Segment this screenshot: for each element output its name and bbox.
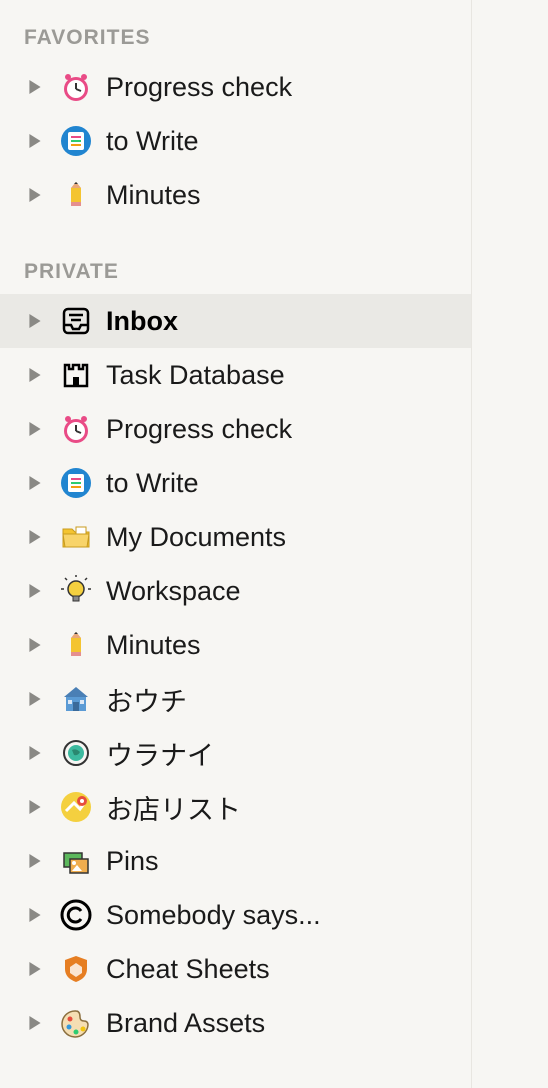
- sidebar-item-label: おウチ: [106, 680, 187, 719]
- chevron-right-icon[interactable]: [24, 634, 46, 656]
- globe-icon: [58, 735, 94, 771]
- copyright-icon: [58, 897, 94, 933]
- sidebar-item-label: ウラナイ: [106, 734, 214, 773]
- chevron-right-icon[interactable]: [24, 76, 46, 98]
- sidebar-item-label: Minutes: [106, 180, 201, 211]
- chevron-right-icon[interactable]: [24, 364, 46, 386]
- chevron-right-icon[interactable]: [24, 958, 46, 980]
- shield-icon: [58, 951, 94, 987]
- sidebar-item-label: My Documents: [106, 522, 286, 553]
- chevron-right-icon[interactable]: [24, 418, 46, 440]
- sidebar-item-progress-check-2[interactable]: Progress check: [0, 402, 471, 456]
- sidebar-item-progress-check[interactable]: Progress check: [0, 60, 471, 114]
- section-header-favorites[interactable]: FAVORITES: [0, 14, 471, 60]
- sidebar-item-label: Progress check: [106, 414, 292, 445]
- bulb-icon: [58, 573, 94, 609]
- chevron-right-icon[interactable]: [24, 472, 46, 494]
- sidebar-item-label: Workspace: [106, 576, 241, 607]
- map-icon: [58, 789, 94, 825]
- sidebar-item-label: Task Database: [106, 360, 285, 391]
- sidebar-item-label: Brand Assets: [106, 1008, 265, 1039]
- sidebar-item-cheat-sheets[interactable]: Cheat Sheets: [0, 942, 471, 996]
- inbox-icon: [58, 303, 94, 339]
- palette-icon: [58, 1005, 94, 1041]
- sidebar-item-minutes[interactable]: Minutes: [0, 168, 471, 222]
- sidebar-item-label: お店リスト: [106, 788, 241, 827]
- folder-icon: [58, 519, 94, 555]
- sidebar-item-somebody-says[interactable]: Somebody says...: [0, 888, 471, 942]
- sidebar-item-label: to Write: [106, 126, 199, 157]
- chevron-right-icon[interactable]: [24, 796, 46, 818]
- clock-icon: [58, 69, 94, 105]
- sidebar-item-ouchi[interactable]: おウチ: [0, 672, 471, 726]
- sidebar-item-to-write-2[interactable]: to Write: [0, 456, 471, 510]
- section-header-private[interactable]: PRIVATE: [0, 248, 471, 294]
- sidebar-item-brand-assets[interactable]: Brand Assets: [0, 996, 471, 1050]
- sidebar: FAVORITES Progress check to Write Minute…: [0, 0, 472, 1088]
- sidebar-item-label: Inbox: [106, 306, 178, 337]
- sidebar-item-workspace[interactable]: Workspace: [0, 564, 471, 618]
- chevron-right-icon[interactable]: [24, 526, 46, 548]
- sidebar-item-uranai[interactable]: ウラナイ: [0, 726, 471, 780]
- chevron-right-icon[interactable]: [24, 580, 46, 602]
- chevron-right-icon[interactable]: [24, 1012, 46, 1034]
- sidebar-item-label: Progress check: [106, 72, 292, 103]
- chevron-right-icon[interactable]: [24, 904, 46, 926]
- sidebar-item-minutes-2[interactable]: Minutes: [0, 618, 471, 672]
- castle-icon: [58, 357, 94, 393]
- sidebar-item-inbox[interactable]: Inbox: [0, 294, 471, 348]
- sidebar-item-label: Minutes: [106, 630, 201, 661]
- sidebar-item-pins[interactable]: Pins: [0, 834, 471, 888]
- sidebar-item-label: Cheat Sheets: [106, 954, 270, 985]
- sidebar-item-label: Pins: [106, 846, 159, 877]
- chevron-right-icon[interactable]: [24, 850, 46, 872]
- sidebar-item-label: to Write: [106, 468, 199, 499]
- chevron-right-icon[interactable]: [24, 310, 46, 332]
- note-icon: [58, 465, 94, 501]
- note-icon: [58, 123, 94, 159]
- chevron-right-icon[interactable]: [24, 130, 46, 152]
- sidebar-item-my-documents[interactable]: My Documents: [0, 510, 471, 564]
- chevron-right-icon[interactable]: [24, 742, 46, 764]
- chevron-right-icon[interactable]: [24, 184, 46, 206]
- sidebar-item-omise-list[interactable]: お店リスト: [0, 780, 471, 834]
- sidebar-item-label: Somebody says...: [106, 900, 321, 931]
- chevron-right-icon[interactable]: [24, 688, 46, 710]
- house-icon: [58, 681, 94, 717]
- pencil-icon: [58, 177, 94, 213]
- pins-icon: [58, 843, 94, 879]
- pencil-icon: [58, 627, 94, 663]
- sidebar-item-task-database[interactable]: Task Database: [0, 348, 471, 402]
- clock-icon: [58, 411, 94, 447]
- sidebar-item-to-write[interactable]: to Write: [0, 114, 471, 168]
